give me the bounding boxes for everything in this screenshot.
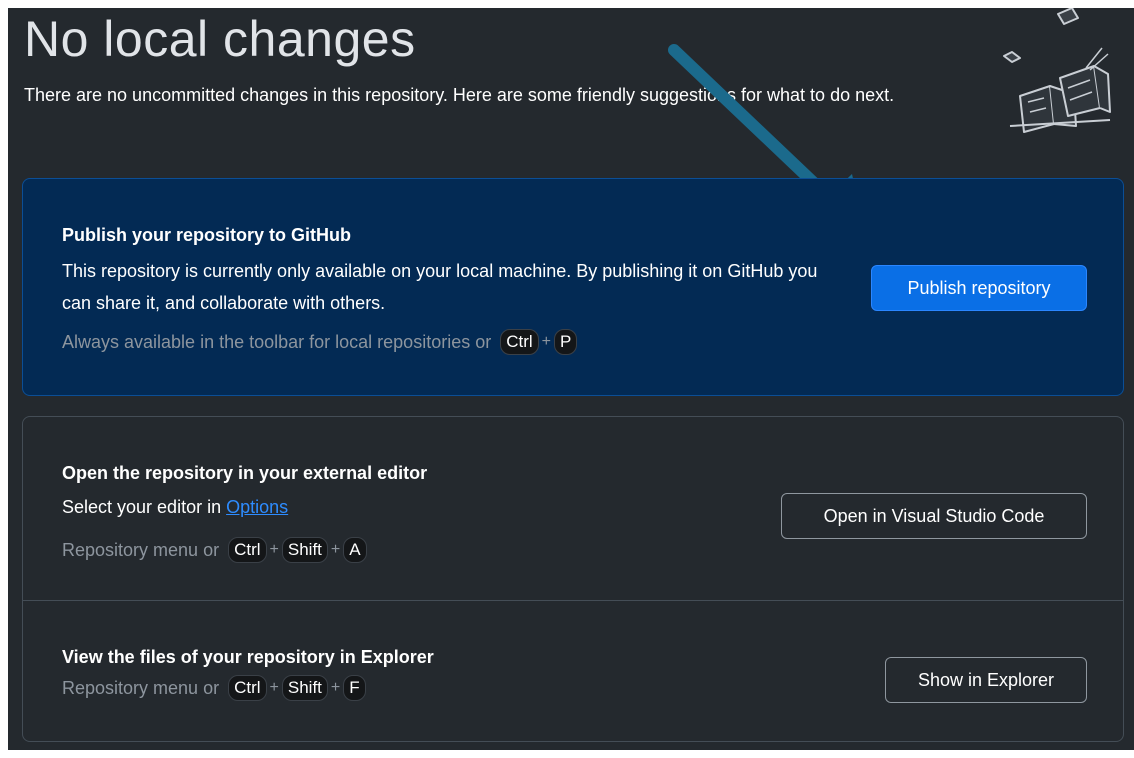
editor-item-title: Open the repository in your external edi…	[62, 463, 428, 483]
kbd-plus: +	[541, 333, 552, 350]
kbd-shift: Shift	[281, 537, 328, 563]
kbd-shift: Shift	[281, 675, 328, 701]
kbd-f: F	[343, 675, 366, 701]
window-edge	[0, 8, 8, 750]
kbd-ctrl: Ctrl	[500, 329, 539, 355]
publish-repository-button[interactable]: Publish repository	[871, 265, 1087, 311]
kbd-ctrl: Ctrl	[228, 537, 267, 563]
page-description: There are no uncommitted changes in this…	[24, 85, 895, 105]
publish-card-description: This repository is currently only availa…	[62, 261, 818, 313]
publish-card-title: Publish your repository to GitHub	[62, 225, 352, 245]
editor-item-description: Select your editor in Options	[62, 491, 288, 523]
publish-hint-text: Always available in the toolbar for loca…	[62, 331, 492, 352]
page-title: No local changes	[24, 11, 416, 67]
kbd-plus: +	[269, 541, 279, 558]
publish-card-shortcut-hint: Always available in the toolbar for loca…	[62, 329, 579, 355]
explorer-item-title: View the files of your repository in Exp…	[62, 647, 434, 667]
empty-changes-illustration	[1003, 8, 1111, 133]
kbd-p: P	[554, 329, 578, 355]
publish-repository-card: Publish your repository to GitHub This r…	[22, 178, 1124, 396]
kbd-plus: +	[330, 679, 341, 696]
show-in-explorer-button[interactable]: Show in Explorer	[885, 657, 1087, 703]
explorer-shortcut-hint: Repository menu or Ctrl + Shift + F	[62, 675, 368, 701]
editor-hint-text: Repository menu or	[62, 539, 220, 560]
kbd-ctrl: Ctrl	[228, 675, 267, 701]
kbd-a: A	[343, 537, 367, 563]
editor-shortcut-hint: Repository menu or Ctrl + Shift + A	[62, 537, 369, 563]
editor-description-text: Select your editor in	[62, 497, 222, 517]
suggestions-card: Open the repository in your external edi…	[22, 416, 1124, 742]
kbd-plus: +	[269, 679, 279, 696]
options-link[interactable]: Options	[226, 497, 288, 517]
divider	[23, 600, 1123, 601]
open-in-vscode-button[interactable]: Open in Visual Studio Code	[781, 493, 1087, 539]
kbd-plus: +	[330, 541, 341, 558]
no-local-changes-view: No local changes There are no uncommitte…	[0, 8, 1134, 750]
explorer-hint-text: Repository menu or	[62, 677, 220, 698]
